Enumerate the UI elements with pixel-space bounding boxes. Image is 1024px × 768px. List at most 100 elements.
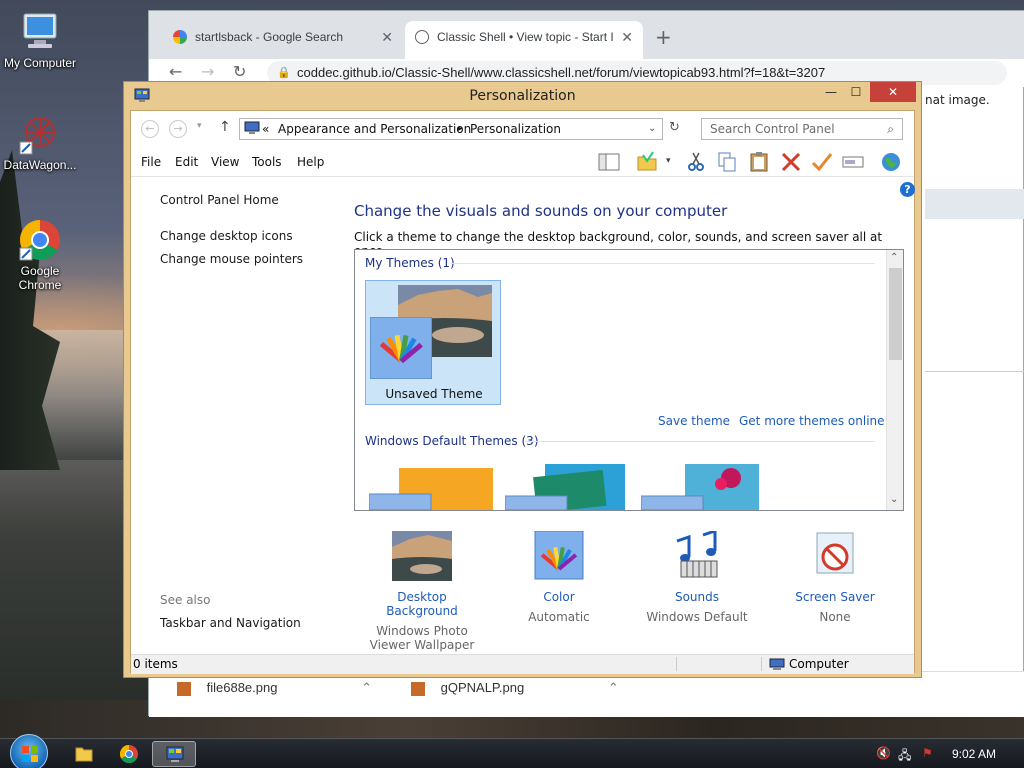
breadcrumb-appearance[interactable]: Appearance and Personalization [278,119,471,139]
page-title: Change the visuals and sounds on your co… [354,202,728,220]
search-input[interactable]: Search Control Panel ⌕ [701,118,903,140]
folder-options-icon[interactable] [635,151,659,173]
breadcrumb-overflow[interactable]: « [262,119,269,139]
globe-icon [415,30,429,44]
item-count: 0 items [133,657,178,671]
scroll-down-arrow-icon[interactable]: ⌄ [890,494,898,505]
maximize-button[interactable]: ☐ [842,82,870,102]
desktop-icon-datawagon[interactable]: DataWagon... [0,112,80,172]
back-arrow-icon[interactable]: ← [141,120,159,138]
change-mouse-pointers-link[interactable]: Change mouse pointers [160,252,303,266]
my-themes-group-label[interactable]: My Themes (1) [365,256,455,270]
screen-saver-item[interactable]: Screen Saver None [775,531,895,624]
cut-icon[interactable] [684,151,708,173]
copy-icon[interactable] [715,151,739,173]
desktop-background-item[interactable]: Desktop Background Windows Photo Viewer … [362,531,482,652]
back-arrow-icon[interactable]: ← [169,62,182,81]
download-item[interactable]: gQPNALP.png ⌃ [411,680,619,696]
new-tab-button[interactable]: + [655,25,672,49]
refresh-icon[interactable]: ↻ [669,120,680,135]
chevron-down-icon[interactable]: ▾ [666,156,671,166]
desktop-icon-google-chrome[interactable]: Google Chrome [0,218,80,292]
delete-icon[interactable] [779,151,803,173]
taskbar: 🔇 🖧 ⚑ 9:02 AM [0,734,1024,768]
folder-icon [75,747,93,762]
change-desktop-icons-link[interactable]: Change desktop icons [160,229,293,243]
search-placeholder: Search Control Panel [710,122,835,136]
download-item[interactable]: file688e.png ⌃ [177,680,372,696]
properties-check-icon[interactable] [810,151,834,173]
search-icon: ⌕ [887,122,894,136]
menu-view[interactable]: View [211,155,239,169]
taskbar-chrome[interactable] [107,741,151,767]
screen-saver-title: Screen Saver [795,590,875,604]
chevron-up-icon[interactable]: ⌃ [361,680,372,695]
get-more-themes-link[interactable]: Get more themes online [739,414,885,428]
page-band [925,189,1024,219]
taskbar-and-navigation-link[interactable]: Taskbar and Navigation [160,616,301,630]
image-file-icon [411,681,425,696]
browser-tabbar: startlsback - Google Search ✕ Classic Sh… [149,11,1024,59]
left-navigation-pane: Control Panel Home Change desktop icons … [131,177,331,647]
rename-icon[interactable] [841,151,865,173]
browser-tab-google-search[interactable]: startlsback - Google Search ✕ [163,21,403,59]
screen-saver-none-icon [816,532,854,574]
scroll-up-arrow-icon[interactable]: ⌃ [890,252,898,263]
sounds-item[interactable]: Sounds Windows Default [637,528,757,624]
color-title: Color [543,590,575,604]
reload-icon[interactable]: ↻ [233,62,246,81]
network-icon[interactable]: 🖧 [898,746,911,767]
color-item[interactable]: Color Automatic [499,530,619,624]
start-button[interactable] [10,734,48,768]
help-icon[interactable]: ? [900,182,915,197]
recent-locations-chevron-icon[interactable]: ▾ [197,121,202,131]
theme-tile-unsaved[interactable]: Unsaved Theme [365,280,501,405]
menu-help[interactable]: Help [297,155,324,169]
address-row: ← → ▾ ↑ « Appearance and Personalization… [131,111,914,147]
theme-thumbnail-lines-and-colors[interactable] [505,464,629,510]
chevron-up-icon[interactable]: ⌃ [608,680,619,695]
forward-arrow-icon[interactable]: → [201,62,214,81]
theme-thumbnail-windows[interactable] [369,468,493,510]
desktop-background-icon [392,531,452,581]
control-panel-icon [166,746,184,762]
personalization-window[interactable]: Personalization — ☐ ✕ ← → ▾ ↑ « Appearan… [123,81,922,678]
breadcrumb-separator-icon[interactable]: ▸ [458,119,463,139]
globe-icon[interactable] [879,151,903,173]
preview-pane-icon[interactable] [597,151,621,173]
forward-arrow-icon[interactable]: → [169,120,187,138]
chevron-down-icon[interactable]: ⌄ [648,119,656,139]
menu-tools[interactable]: Tools [252,155,282,169]
desktop-icon-my-computer[interactable]: My Computer [0,10,80,70]
default-themes-group-label[interactable]: Windows Default Themes (3) [365,434,539,448]
up-arrow-icon[interactable]: ↑ [219,119,231,135]
browser-tab-classic-shell[interactable]: Classic Shell • View topic - Start I ✕ [405,21,643,59]
chrome-icon [18,218,62,262]
menu-edit[interactable]: Edit [175,155,198,169]
clock[interactable]: 9:02 AM [952,747,996,761]
themes-list[interactable]: My Themes (1) Unsaved Theme Save theme G… [354,249,904,511]
theme-thumbnail-flowers[interactable] [641,464,765,510]
close-button[interactable]: ✕ [870,82,916,102]
close-tab-icon[interactable]: ✕ [381,21,393,53]
menu-file[interactable]: File [141,155,161,169]
control-panel-home-link[interactable]: Control Panel Home [160,193,279,207]
paste-icon[interactable] [747,151,771,173]
color-fan-icon [534,530,584,580]
tab-title: startlsback - Google Search [195,30,344,44]
save-theme-link[interactable]: Save theme [658,414,730,428]
window-titlebar[interactable]: Personalization — ☐ ✕ [124,82,921,110]
page-partial-text: nat image. [925,93,990,107]
screen-saver-value: None [819,610,851,624]
scroll-thumb[interactable] [889,268,902,360]
close-tab-icon[interactable]: ✕ [621,21,633,53]
volume-muted-icon[interactable]: 🔇 [876,746,891,760]
breadcrumb-personalization[interactable]: Personalization [470,119,561,139]
address-bar[interactable]: « Appearance and Personalization ▸ Perso… [239,118,663,140]
action-center-warning-icon[interactable]: ⚑ [922,746,933,760]
computer-icon [18,10,62,54]
google-g-icon [173,30,187,44]
taskbar-control-panel[interactable] [152,741,196,767]
themes-scrollbar[interactable]: ⌃ ⌄ [886,250,903,510]
taskbar-file-explorer[interactable] [62,741,106,767]
